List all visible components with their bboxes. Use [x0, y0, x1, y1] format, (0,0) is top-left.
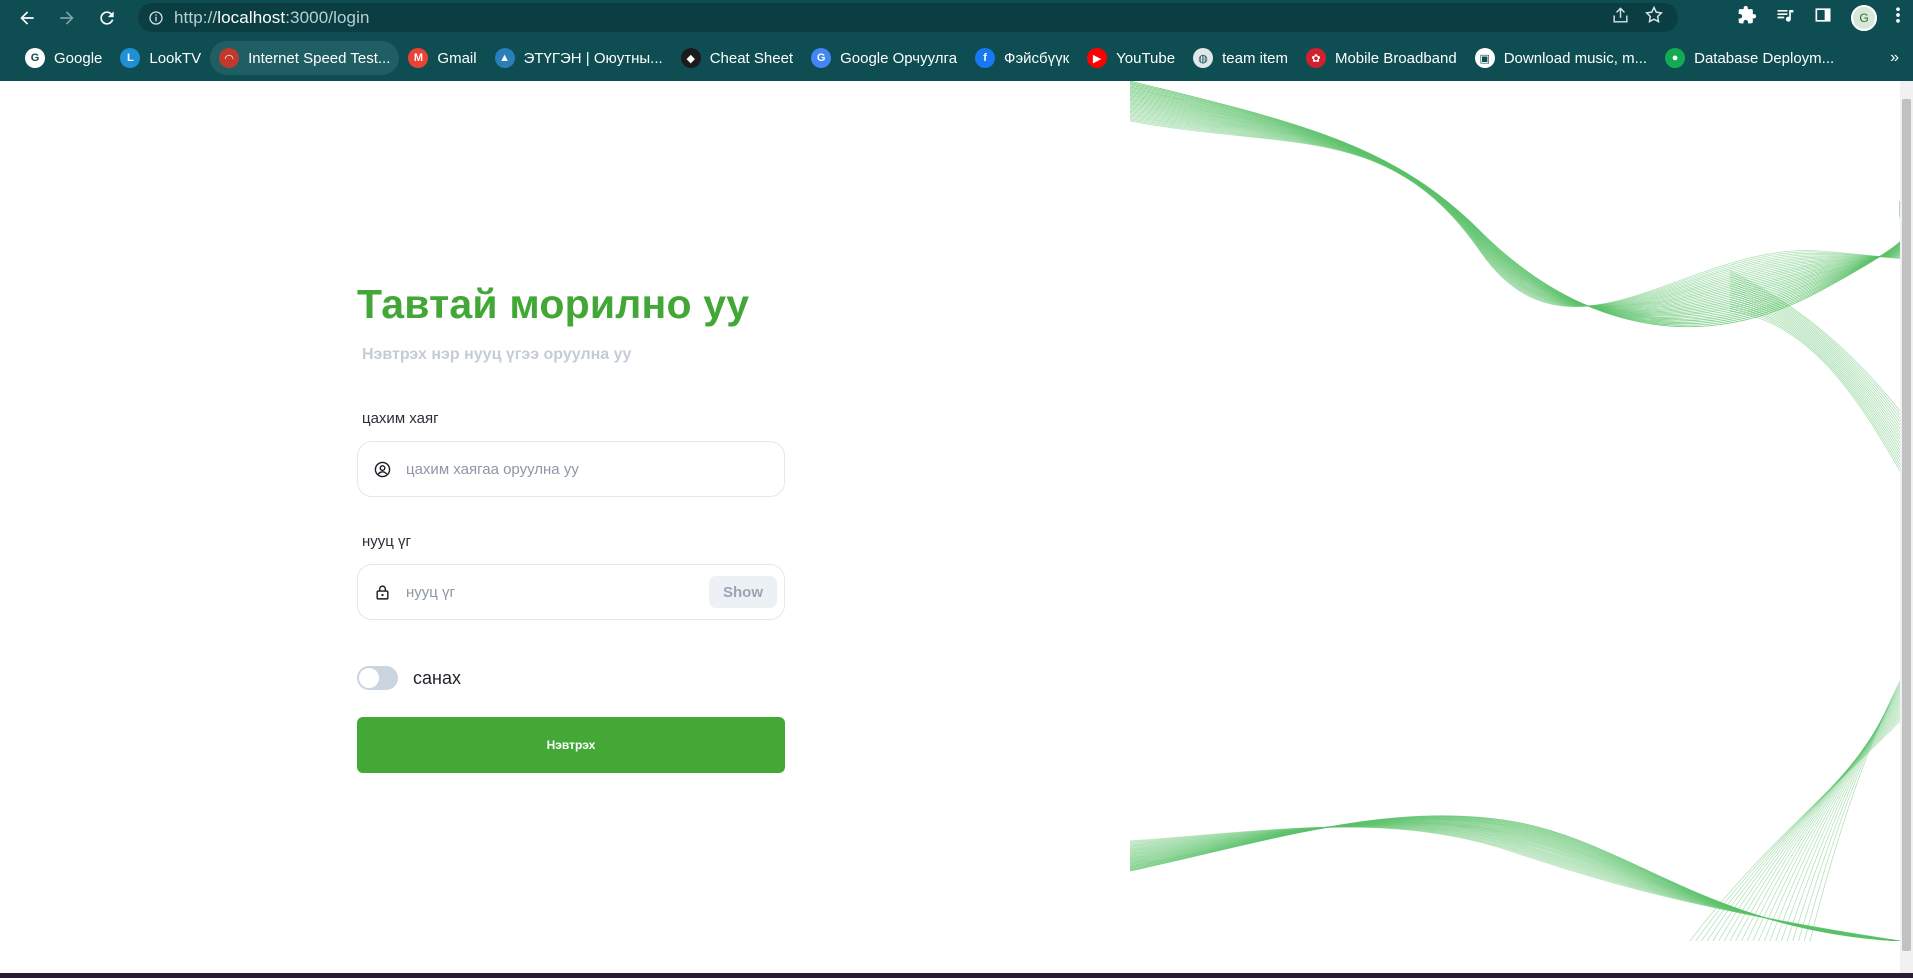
side-panel-icon[interactable]: [1813, 5, 1833, 30]
email-field[interactable]: [357, 441, 785, 497]
password-input[interactable]: [406, 572, 726, 612]
extensions-icon[interactable]: [1737, 5, 1757, 30]
url-text: http://localhost:3000/login: [174, 8, 370, 28]
google-icon: G: [25, 48, 45, 68]
arrow-left-icon: [20, 10, 34, 25]
bookmark-label: ЭТҮГЭН | Оюутны...: [523, 49, 663, 67]
address-bar[interactable]: http://localhost:3000/login: [138, 3, 1678, 32]
bookmark-label: Google Орчуулга: [840, 49, 958, 67]
bookmark-label: team item: [1222, 49, 1288, 67]
reload-button[interactable]: [87, 0, 127, 35]
cheatsheet-icon: ◆: [680, 48, 701, 68]
huawei-icon: ✿: [1305, 48, 1326, 68]
profile-initial: G: [1859, 10, 1869, 25]
bookmark-label: Database Deploym...: [1694, 49, 1835, 67]
toggle-knob: [359, 668, 379, 688]
browser-actions: G: [1737, 0, 1913, 35]
browser-toolbar: http://localhost:3000/login G: [0, 0, 1913, 35]
bookmark-label: Internet Speed Test...: [248, 49, 391, 67]
bookmark-item[interactable]: L LookTV: [111, 41, 210, 75]
profile-avatar[interactable]: G: [1851, 4, 1877, 31]
email-input[interactable]: [406, 449, 726, 489]
media-icon[interactable]: [1775, 5, 1795, 30]
gmail-icon: M: [408, 48, 429, 68]
page-scrollbar[interactable]: [1900, 81, 1913, 973]
bookmark-label: Фэйсбүүк: [1004, 49, 1070, 67]
remember-toggle[interactable]: [357, 666, 398, 690]
bookmark-label: Download music, m...: [1503, 49, 1648, 67]
login-page: Тавтай морилно уу Нэвтрэх нэр нууц үгээ …: [0, 81, 1913, 973]
star-icon[interactable]: [1644, 5, 1664, 30]
youtube-icon: ▶: [1087, 48, 1108, 68]
page-title: Тавтай морилно уу: [357, 281, 750, 327]
looktv-icon: L: [120, 48, 141, 68]
bookmark-item[interactable]: ◠ Internet Speed Test...: [210, 41, 400, 75]
back-button[interactable]: [7, 0, 47, 35]
taskbar-edge: [0, 973, 1913, 978]
bookmark-item[interactable]: ✿ Mobile Broadband: [1297, 41, 1466, 75]
bookmark-label: YouTube: [1116, 49, 1176, 67]
bookmarks-bar: G Google L LookTV ◠ Internet Speed Test... M Gm…: [0, 35, 1913, 81]
scrollbar-thumb[interactable]: [1902, 99, 1911, 951]
decorative-waves: [1130, 81, 1900, 941]
speedtest-icon: ◠: [219, 48, 240, 68]
bookmark-label: Gmail: [437, 49, 477, 67]
wave-line: [1729, 296, 1900, 451]
bookmark-item[interactable]: G Google: [16, 41, 111, 75]
address-bar-actions: [1611, 3, 1678, 32]
user-circle-icon: [358, 461, 406, 478]
url-prefix: http://: [174, 7, 218, 27]
menu-kebab-icon[interactable]: [1895, 5, 1901, 30]
site-info-icon[interactable]: [138, 10, 174, 26]
bookmark-item[interactable]: ◆ Cheat Sheet: [672, 41, 802, 75]
lock-icon: [358, 584, 406, 601]
bookmark-item[interactable]: ▶ YouTube: [1078, 41, 1184, 75]
login-form: Тавтай морилно уу Нэвтрэх нэр нууц үгээ …: [357, 281, 785, 773]
show-password-button[interactable]: Show: [709, 576, 777, 608]
arrow-right-icon: [60, 10, 74, 25]
email-label: цахим хаяг: [362, 410, 439, 427]
download-icon: ▣: [1474, 48, 1495, 68]
reload-icon: [100, 10, 114, 25]
bookmark-item[interactable]: f Фэйсбүүк: [966, 41, 1078, 75]
bookmarks-overflow-icon[interactable]: »: [1890, 35, 1899, 81]
facebook-icon: f: [975, 48, 996, 68]
share-icon[interactable]: [1611, 6, 1630, 30]
wave-line: [1729, 303, 1900, 461]
bookmark-item[interactable]: ● Database Deploym...: [1656, 41, 1843, 75]
wave-line: [1729, 308, 1900, 468]
remember-row: санах: [357, 666, 785, 690]
mongodb-icon: ●: [1665, 48, 1686, 68]
etugen-icon: ▲: [494, 48, 515, 68]
remember-label: санах: [413, 667, 461, 688]
forward-button[interactable]: [47, 0, 87, 35]
password-label: нууц үг: [362, 533, 412, 550]
url-host: localhost: [217, 7, 286, 27]
bookmark-label: LookTV: [149, 49, 202, 67]
bookmark-item[interactable]: G Google Орчуулга: [802, 41, 966, 75]
translate-icon: G: [811, 48, 832, 68]
bookmark-item[interactable]: ▲ ЭТҮГЭН | Оюутны...: [486, 41, 672, 75]
wave-line: [1729, 298, 1900, 454]
bookmark-label: Mobile Broadband: [1334, 49, 1457, 67]
login-button[interactable]: Нэвтрэх: [357, 717, 785, 773]
bookmark-item[interactable]: ◍ team item: [1184, 41, 1297, 75]
url-path: :3000/login: [285, 7, 370, 27]
password-field[interactable]: Show: [357, 564, 785, 620]
wave-line: [1798, 684, 1900, 941]
bookmark-label: Cheat Sheet: [709, 49, 794, 67]
globe-icon: ◍: [1193, 48, 1214, 68]
page-subtitle: Нэвтрэх нэр нууц үгээ оруулна уу: [362, 346, 632, 363]
bookmark-label: Google: [54, 49, 103, 67]
bookmark-item[interactable]: ▣ Download music, m...: [1466, 41, 1656, 75]
bookmark-item[interactable]: M Gmail: [399, 41, 485, 75]
